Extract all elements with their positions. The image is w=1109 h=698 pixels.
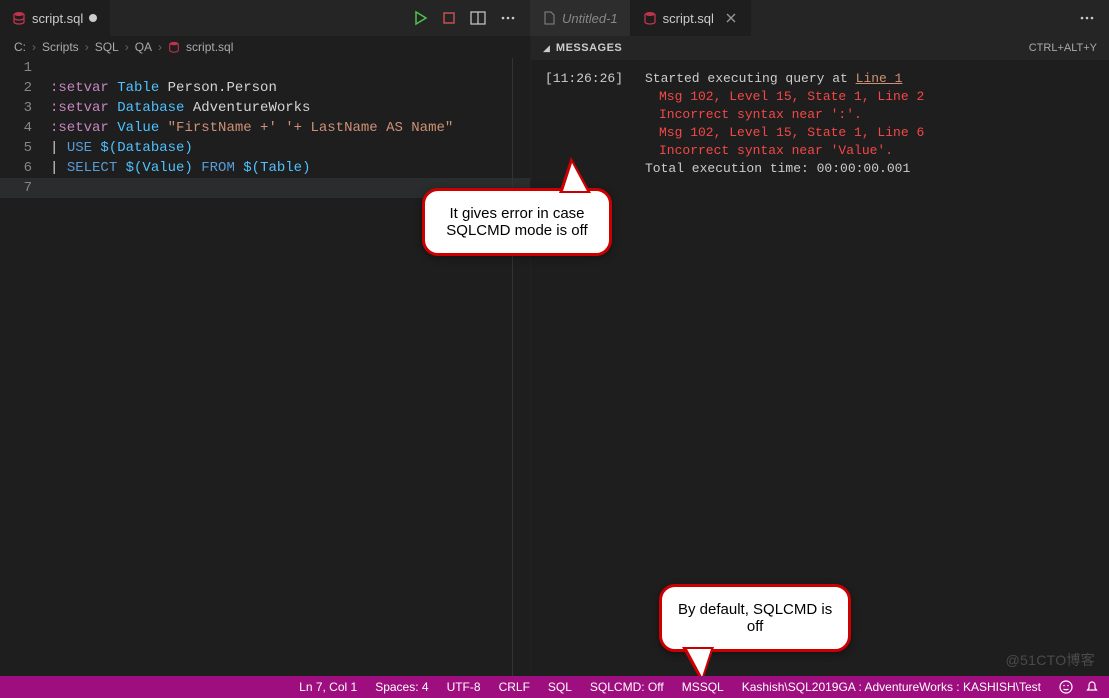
tab-label: script.sql bbox=[663, 11, 714, 26]
line-number: 5 bbox=[0, 138, 50, 158]
breadcrumb-seg[interactable]: QA bbox=[135, 40, 152, 54]
status-sqlcmd[interactable]: SQLCMD: Off bbox=[590, 680, 664, 694]
tab-script-sql[interactable]: script.sql bbox=[0, 0, 110, 36]
tab-untitled[interactable]: Untitled-1 bbox=[530, 0, 631, 36]
status-encoding[interactable]: UTF-8 bbox=[447, 680, 481, 694]
line-number: 1 bbox=[0, 58, 50, 78]
code-editor[interactable]: 1 2:setvar Table Person.Person 3:setvar … bbox=[0, 58, 530, 676]
annotation-callout: It gives error in case SQLCMD mode is of… bbox=[422, 188, 612, 256]
breadcrumb-seg[interactable]: C: bbox=[14, 40, 26, 54]
stop-icon[interactable] bbox=[442, 11, 456, 25]
breadcrumb-seg[interactable]: script.sql bbox=[186, 40, 233, 54]
close-icon[interactable] bbox=[724, 11, 738, 25]
line-number: 3 bbox=[0, 98, 50, 118]
unsaved-dot-icon bbox=[89, 14, 97, 22]
run-icon[interactable] bbox=[412, 10, 428, 26]
messages-body: [11:26:26] Started executing query at Li… bbox=[531, 60, 1109, 188]
breadcrumb-seg[interactable]: SQL bbox=[95, 40, 119, 54]
message-line: Started executing query at Line 1 bbox=[645, 70, 924, 88]
error-line: Incorrect syntax near ':'. bbox=[645, 106, 924, 124]
editor-tabbar-right: Untitled-1 script.sql bbox=[530, 0, 1109, 36]
minimap[interactable] bbox=[512, 58, 530, 676]
tab-script-results[interactable]: script.sql bbox=[631, 0, 751, 36]
status-connection[interactable]: Kashish\SQL2019GA : AdventureWorks : KAS… bbox=[742, 680, 1041, 694]
line-number: 4 bbox=[0, 118, 50, 138]
messages-header[interactable]: ◢ MESSAGES CTRL+ALT+Y bbox=[531, 36, 1109, 60]
status-language[interactable]: SQL bbox=[548, 680, 572, 694]
status-bar: Ln 7, Col 1 Spaces: 4 UTF-8 CRLF SQL SQL… bbox=[0, 676, 1109, 698]
line-number: 7 bbox=[0, 178, 50, 198]
status-eol[interactable]: CRLF bbox=[499, 680, 530, 694]
more-icon[interactable] bbox=[1079, 10, 1095, 26]
message-line: Total execution time: 00:00:00.001 bbox=[645, 160, 924, 178]
notifications-icon[interactable] bbox=[1085, 680, 1099, 694]
collapse-caret-icon[interactable]: ◢ bbox=[543, 43, 550, 54]
error-line: Msg 102, Level 15, State 1, Line 6 bbox=[645, 124, 924, 142]
results-action-bar bbox=[1065, 0, 1109, 36]
results-pane: ◢ MESSAGES CTRL+ALT+Y [11:26:26] Started… bbox=[531, 36, 1109, 676]
annotation-callout: By default, SQLCMD is off bbox=[659, 584, 851, 652]
messages-title: MESSAGES bbox=[556, 42, 622, 54]
split-editor-icon[interactable] bbox=[470, 10, 486, 26]
watermark: @51CTO博客 bbox=[1006, 650, 1095, 670]
feedback-icon[interactable] bbox=[1059, 680, 1073, 694]
error-line: Incorrect syntax near 'Value'. bbox=[645, 142, 924, 160]
callout-tail-icon bbox=[559, 157, 591, 193]
status-indent[interactable]: Spaces: 4 bbox=[375, 680, 428, 694]
line-number: 2 bbox=[0, 78, 50, 98]
file-icon bbox=[542, 11, 556, 25]
tab-label: script.sql bbox=[32, 11, 83, 26]
database-icon bbox=[643, 11, 657, 25]
more-icon[interactable] bbox=[500, 10, 516, 26]
database-icon bbox=[12, 11, 26, 25]
editor-tabbar-left: script.sql bbox=[0, 0, 530, 36]
editor-action-bar bbox=[398, 0, 530, 36]
status-driver[interactable]: MSSQL bbox=[682, 680, 724, 694]
line-link[interactable]: Line 1 bbox=[856, 71, 903, 86]
breadcrumb-seg[interactable]: Scripts bbox=[42, 40, 79, 54]
database-icon bbox=[168, 41, 180, 53]
error-line: Msg 102, Level 15, State 1, Line 2 bbox=[645, 88, 924, 106]
status-cursor-pos[interactable]: Ln 7, Col 1 bbox=[299, 680, 357, 694]
tab-label: Untitled-1 bbox=[562, 11, 618, 26]
line-number: 6 bbox=[0, 158, 50, 178]
shortcut-hint: CTRL+ALT+Y bbox=[1029, 42, 1097, 54]
